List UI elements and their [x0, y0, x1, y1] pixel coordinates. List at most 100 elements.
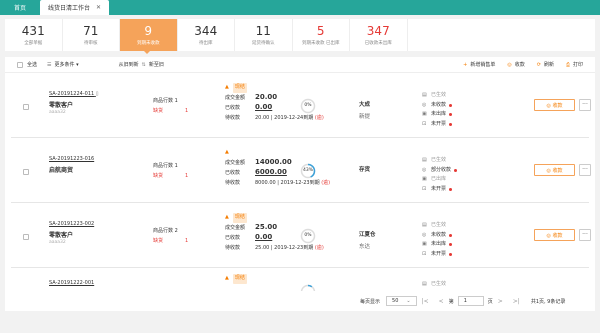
invoice-icon: ⊡: [422, 250, 427, 257]
stat-all[interactable]: 431 全部单据: [5, 19, 63, 51]
first-page-icon[interactable]: |<: [422, 298, 429, 305]
stat-paid-unshipped[interactable]: 347 已收款未出库: [350, 19, 408, 51]
row-checkbox[interactable]: [23, 234, 29, 240]
paid-label: 已收款: [225, 170, 241, 176]
total-records: 共1页, 9条记录: [530, 298, 566, 305]
due-label: 待收款: [225, 179, 241, 186]
row-checkbox[interactable]: [23, 169, 29, 175]
deal-amount: 14000.00: [255, 157, 292, 166]
filter-icon: ☰: [47, 61, 52, 68]
status-effective: 已生效: [431, 157, 447, 163]
collect-button[interactable]: ◎ 收款: [507, 61, 524, 69]
stat-num: 5: [316, 23, 325, 38]
stat-pending-review[interactable]: 71 待审核: [63, 19, 120, 51]
stat-label: 已收款未出库: [364, 40, 392, 46]
doc-check-icon: ▤: [422, 157, 427, 163]
coin-icon: ◎: [422, 166, 427, 173]
status-dot: [449, 122, 453, 126]
box-icon: ▣: [422, 176, 427, 182]
row-collect-button[interactable]: ◎ 收款: [534, 164, 575, 176]
row-collect-button[interactable]: ◎ 收款: [534, 229, 575, 241]
per-page-value: 50: [392, 298, 399, 304]
more-filters-button[interactable]: ☰ 更多条件 ▾: [47, 61, 79, 69]
lines-count: 1: [174, 163, 178, 169]
status-dot: [449, 252, 453, 256]
row-more-button[interactable]: ···: [579, 229, 591, 241]
stat-overdue-shipped[interactable]: 5 到期未收款 已出库: [293, 19, 350, 51]
coin-icon: ◎: [507, 61, 512, 68]
salesperson: aaaa32: [49, 110, 66, 115]
tab-workbench[interactable]: 线货日清工作台 ✕: [40, 0, 110, 15]
order-row[interactable]: SA-20191223-002 零散客户 aaaa32 商品行数 2 缺货 1 ▲…: [11, 203, 591, 268]
order-row[interactable]: SA-20191224-011 ▯ 零散客户 aaaa32 商品行数 1 缺货 1…: [11, 73, 591, 138]
doc-check-icon: ▤: [422, 281, 427, 287]
sort-old-new: 从旧到新: [118, 62, 139, 68]
deal-amount: 20.00: [255, 92, 278, 101]
overdue-tag: (逾): [314, 244, 324, 251]
stat-num: 431: [21, 23, 45, 38]
due-label: 待收款: [225, 114, 241, 121]
amount-block: ▲ 现结: [225, 274, 247, 284]
overdue-tag-text: 逾: [316, 114, 322, 121]
refresh-button[interactable]: ⟳ 刷新: [537, 61, 554, 69]
row-checkbox[interactable]: [23, 104, 29, 110]
warehouse-name: 江夏仓: [359, 232, 376, 238]
order-number: SA-20191224-011: [49, 91, 95, 97]
order-row[interactable]: SA-20191223-016 启航商贸 商品行数 1 缺货 1 ▲ 成交金额 14…: [11, 138, 591, 203]
tab-home[interactable]: 首页: [6, 0, 34, 15]
status-invoice: 未开票: [431, 120, 447, 127]
order-number-link[interactable]: SA-20191223-016: [49, 156, 94, 162]
stat-label: 延货待确认: [252, 40, 275, 46]
due-detail: 20.00 | 2019-12-24到期: [255, 114, 314, 121]
order-number-link[interactable]: SA-20191223-002: [49, 221, 94, 227]
status-dot: [449, 233, 453, 237]
deal-amount: 25.00: [255, 222, 278, 231]
customer-name: 启航商贸: [49, 167, 74, 174]
close-icon[interactable]: ✕: [96, 4, 101, 11]
warning-icon: ▲: [225, 275, 229, 281]
per-page: 每页显示 50 ⌄: [360, 296, 417, 306]
last-page-icon[interactable]: >|: [513, 298, 520, 305]
next-page-icon[interactable]: >: [498, 298, 503, 305]
order-number-link[interactable]: SA-20191224-011 ▯: [49, 91, 99, 97]
active-stat-indicator: [144, 51, 150, 54]
stat-num: 344: [194, 23, 218, 38]
stat-delay-confirm[interactable]: 11 延货待确认: [235, 19, 293, 51]
coin-icon: ◎: [422, 231, 427, 238]
sort-toggle[interactable]: 从旧到新 ⇅ 新至旧: [118, 61, 164, 69]
row-more-button[interactable]: ···: [579, 99, 591, 111]
customer-name: 零散客户: [49, 232, 74, 239]
shortage-label: 缺货: [153, 173, 164, 179]
doc-check-icon: ▤: [422, 92, 427, 98]
paid-amount[interactable]: 6000.00: [255, 168, 287, 176]
stat-num: 9: [144, 23, 153, 38]
row-more-button[interactable]: ···: [579, 164, 591, 176]
sort-new-old: 新至旧: [148, 62, 164, 68]
select-all-checkbox[interactable]: 全选: [17, 61, 37, 68]
stat-overdue[interactable]: 9 到期未收款: [120, 19, 178, 51]
top-tab-bar: 首页 线货日清工作台 ✕: [0, 0, 600, 15]
warning-icon: ▲: [225, 84, 229, 90]
invoice-icon: ⊡: [422, 185, 427, 192]
order-number-link[interactable]: SA-20191222-001: [49, 280, 94, 286]
lines-label: 商品行数: [153, 228, 174, 234]
progress-percent: 43%: [302, 168, 313, 173]
prev-page-icon[interactable]: <: [439, 298, 444, 305]
page-input[interactable]: 1: [457, 296, 484, 306]
stat-label: 到期未收款 已出库: [302, 40, 340, 46]
lines-label: 商品行数: [153, 163, 174, 169]
box-icon: ▣: [422, 111, 427, 117]
status-shipping: 未出库: [431, 241, 447, 247]
status-dot: [449, 187, 453, 191]
checkbox[interactable]: [17, 61, 23, 68]
per-page-select[interactable]: 50 ⌄: [386, 296, 417, 306]
print-button[interactable]: ⎙ 打印: [566, 61, 583, 69]
warehouse-name: 存货: [359, 167, 371, 173]
row-collect-button[interactable]: ◎ 收款: [534, 99, 575, 111]
paid-amount[interactable]: 0.00: [255, 103, 272, 111]
stat-to-ship[interactable]: 344 待出库: [178, 19, 235, 51]
status-effective: 已生效: [431, 281, 447, 287]
paid-amount[interactable]: 0.00: [255, 233, 272, 241]
new-order-button[interactable]: + 新增销售单: [463, 61, 495, 69]
select-all-label: 全选: [27, 62, 38, 68]
